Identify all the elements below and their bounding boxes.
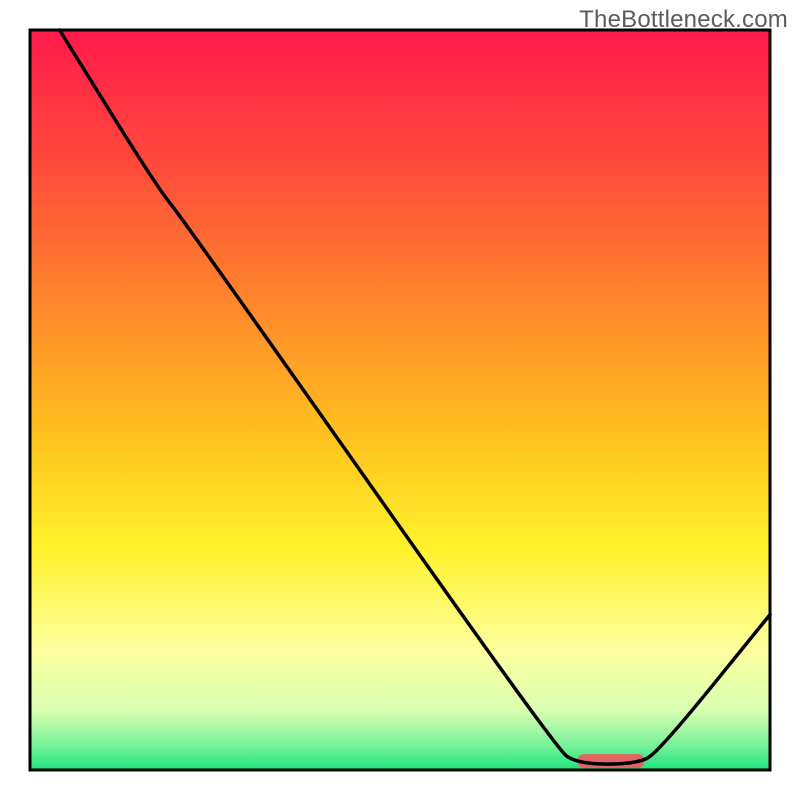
plot-background	[30, 30, 770, 770]
bottleneck-chart	[0, 0, 800, 800]
